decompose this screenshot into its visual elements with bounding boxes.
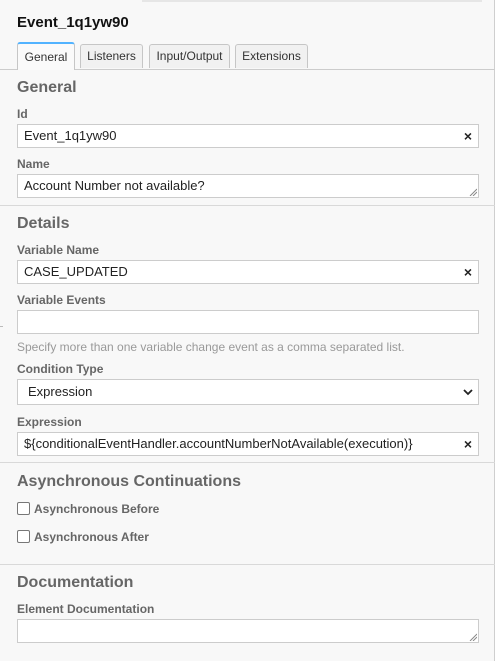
properties-panel: Event_1q1yw90 General Listeners Input/Ou… [0,0,495,661]
expression-value: ${conditionalEventHandler.accountNumberN… [24,436,413,451]
close-icon[interactable]: × [464,261,472,283]
async-after-label: Asynchronous After [34,530,149,544]
section-title-documentation: Documentation [17,574,134,591]
name-textarea-value: Account Number not available? [24,178,205,193]
async-before-label: Asynchronous Before [34,502,160,516]
async-after-checkbox[interactable] [17,530,30,544]
element-documentation-label: Element Documentation [17,602,155,616]
id-field-value: Event_1q1yw90 [24,128,117,143]
tab-bar: General Listeners Input/Output Extension… [0,42,495,70]
id-field[interactable]: Event_1q1yw90 × [17,124,479,148]
variable-name-value: CASE_UPDATED [24,264,128,279]
id-label: Id [17,107,28,121]
variable-name-field[interactable]: CASE_UPDATED × [17,260,479,284]
variable-events-label: Variable Events [17,293,106,307]
panel-edge-mark [0,326,3,327]
close-icon[interactable]: × [464,125,472,147]
variable-events-field[interactable] [17,310,479,334]
tab-input-output[interactable]: Input/Output [149,44,230,68]
tab-general[interactable]: General [17,42,75,70]
section-divider [0,205,495,206]
async-before-row: Asynchronous Before [17,502,159,516]
section-divider [0,564,495,565]
name-label: Name [17,157,50,171]
variable-name-label: Variable Name [17,243,100,257]
name-textarea[interactable]: Account Number not available? [17,174,479,198]
condition-type-value: Expression [28,384,93,399]
async-before-checkbox[interactable] [17,502,30,516]
expression-label: Expression [17,415,82,429]
async-after-row: Asynchronous After [17,530,149,544]
section-title-details: Details [17,215,70,232]
tab-extensions[interactable]: Extensions [235,44,308,68]
tab-listeners[interactable]: Listeners [80,44,143,68]
section-title-async: Asynchronous Continuations [17,473,241,490]
condition-type-select[interactable]: Expression [17,379,479,405]
element-id-title: Event_1q1yw90 [17,14,129,31]
close-icon[interactable]: × [464,433,472,455]
element-documentation-textarea[interactable] [17,619,479,643]
section-divider [0,462,495,463]
condition-type-label: Condition Type [17,362,104,376]
expression-field[interactable]: ${conditionalEventHandler.accountNumberN… [17,432,479,456]
resize-grip-icon[interactable] [469,188,477,196]
chevron-down-icon [463,389,473,396]
resize-grip-icon[interactable] [469,633,477,641]
variable-events-hint: Specify more than one variable change ev… [17,340,405,354]
panel-top-scroll-edge [142,0,482,2]
section-title-general: General [17,79,77,96]
